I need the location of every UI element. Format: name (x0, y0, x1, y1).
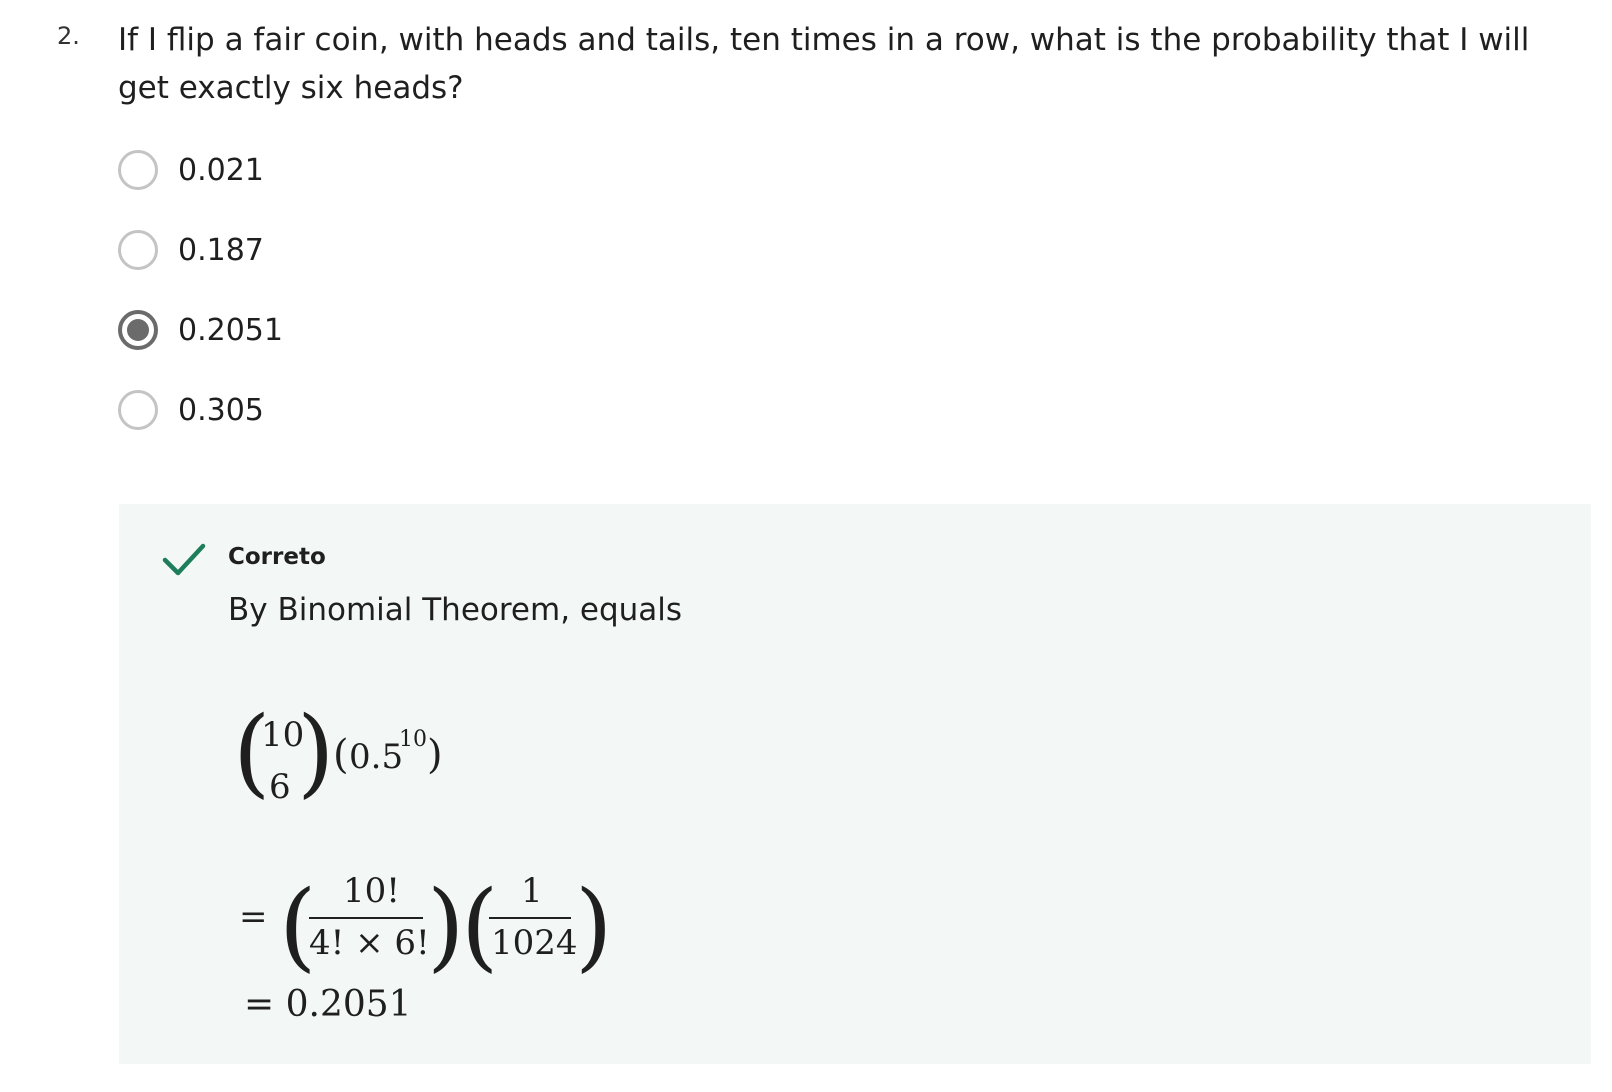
paren-right-small: ) (427, 732, 443, 778)
feedback-panel: Correto By Binomial Theorem, equals ( 10… (119, 504, 1591, 1064)
radio-button[interactable] (118, 230, 158, 270)
option-3[interactable]: 0.2051 (118, 308, 518, 352)
option-2[interactable]: 0.187 (118, 228, 518, 272)
power-base: 0.5 (349, 737, 404, 777)
equation-fractions: = ( 10! 4! × 6! ) ( 1 1024 ) (239, 872, 759, 982)
quiz-question: 2. If I flip a fair coin, with heads and… (0, 0, 1612, 1092)
option-4[interactable]: 0.305 (118, 388, 518, 432)
binom-bottom: 6 (269, 767, 291, 807)
frac1-line (309, 917, 423, 919)
paren-right: ) (575, 870, 613, 982)
paren-right: ) (427, 870, 465, 982)
power-exponent: 10 (399, 727, 427, 752)
option-1[interactable]: 0.021 (118, 148, 518, 192)
equation-binomial: ( 10 6 ) ( 0.5 10 ) (233, 696, 499, 814)
option-label: 0.187 (178, 232, 264, 268)
paren-right: ) (297, 696, 335, 808)
radio-button-selected[interactable] (118, 310, 158, 350)
feedback-explanation: By Binomial Theorem, equals (228, 592, 683, 628)
frac2-numerator: 1 (521, 871, 543, 911)
option-label: 0.305 (178, 392, 264, 428)
frac1-denominator: 4! × 6! (309, 923, 430, 963)
checkmark-icon (162, 543, 206, 576)
frac2-line (489, 917, 571, 919)
radio-dot-icon (127, 319, 149, 341)
radio-button[interactable] (118, 150, 158, 190)
feedback-status: Correto (228, 544, 326, 570)
frac1-numerator: 10! (343, 871, 400, 911)
option-label: 0.2051 (178, 312, 283, 348)
equals-sign: = (239, 897, 268, 937)
paren-left-small: ( (333, 732, 349, 778)
frac2-denominator: 1024 (491, 923, 578, 963)
option-label: 0.021 (178, 152, 264, 188)
question-text: If I flip a fair coin, with heads and ta… (118, 22, 1530, 106)
equation-result: = 0.2051 (244, 984, 412, 1025)
question-number: 2. (57, 22, 80, 50)
radio-button[interactable] (118, 390, 158, 430)
